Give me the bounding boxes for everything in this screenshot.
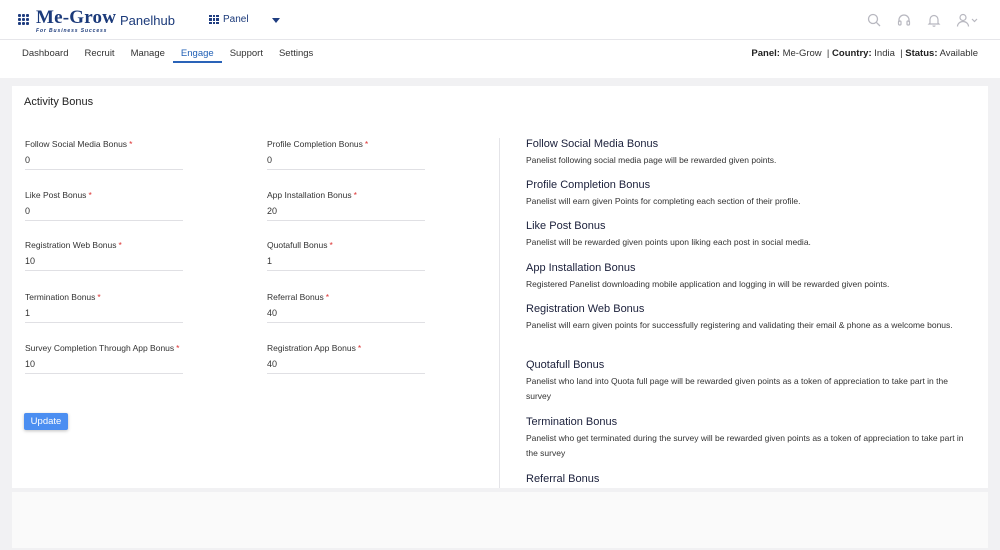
apps-grid-icon[interactable] (18, 14, 29, 25)
field-survey-completion-app: Survey Completion Through App Bonus * 10 (25, 343, 183, 374)
desc-text: Panelist will be rewarded given points u… (526, 237, 811, 247)
nav-bar: Dashboard Recruit Manage Engage Support … (0, 40, 1000, 78)
app-installation-input[interactable]: 20 (267, 206, 425, 221)
desc-title: Termination Bonus (526, 416, 618, 428)
footer-area (12, 492, 988, 548)
panel-grid-icon (209, 14, 219, 25)
chevron-down-icon[interactable] (272, 18, 280, 23)
field-quotafull: Quotafull Bonus * 1 (267, 240, 425, 271)
column-divider (499, 138, 500, 488)
desc-text: Panelist who get terminated during the s… (526, 433, 964, 458)
top-icons (866, 12, 978, 28)
field-like-post: Like Post Bonus * 0 (25, 190, 183, 221)
desc-text: Panelist following social media page wil… (526, 155, 777, 165)
headset-icon[interactable] (896, 12, 912, 28)
field-follow-social-media: Follow Social Media Bonus * 0 (25, 139, 183, 170)
referral-input[interactable]: 40 (267, 308, 425, 323)
desc-text: Panelist will earn given points for succ… (526, 320, 953, 330)
desc-follow-social-media: Follow Social Media Bonus Panelist follo… (526, 138, 966, 168)
field-label: Termination Bonus * (25, 292, 101, 302)
desc-title: Quotafull Bonus (526, 359, 605, 371)
desc-title: Profile Completion Bonus (526, 179, 651, 191)
desc-referral: Referral Bonus (526, 473, 966, 485)
page-title: Activity Bonus (24, 96, 94, 108)
tab-manage[interactable]: Manage (131, 48, 165, 63)
termination-input[interactable]: 1 (25, 308, 183, 323)
logo-tagline: For Business Success (36, 28, 108, 34)
panel-info: Panel: Me-Grow | Country: India | Status… (751, 48, 978, 59)
profile-completion-input[interactable]: 0 (267, 155, 425, 170)
field-registration-app: Registration App Bonus * 40 (267, 343, 425, 374)
registration-web-input[interactable]: 10 (25, 256, 183, 271)
user-menu-icon[interactable] (956, 12, 978, 28)
desc-title: Registration Web Bonus (526, 303, 645, 315)
country-label: Country (832, 48, 869, 59)
field-label: Like Post Bonus * (25, 190, 92, 200)
desc-text: Panelist who land into Quota full page w… (526, 376, 948, 401)
panel-switcher-label: Panel (223, 14, 249, 25)
activity-bonus-card: Activity Bonus Follow Social Media Bonus… (12, 86, 988, 488)
tab-dashboard[interactable]: Dashboard (22, 48, 68, 63)
field-label: Profile Completion Bonus * (267, 139, 369, 149)
status-value: Available (939, 48, 978, 59)
registration-app-input[interactable]: 40 (267, 359, 425, 374)
field-label: Survey Completion Through App Bonus * (25, 343, 180, 353)
logo-main: Me-Grow (36, 7, 117, 28)
main-nav: Dashboard Recruit Manage Engage Support … (22, 48, 329, 63)
desc-registration-web: Registration Web Bonus Panelist will ear… (526, 303, 966, 333)
country-value: India (874, 48, 895, 59)
tab-recruit[interactable]: Recruit (84, 48, 114, 63)
desc-profile-completion: Profile Completion Bonus Panelist will e… (526, 179, 966, 209)
field-label: App Installation Bonus * (267, 190, 357, 200)
field-app-installation: App Installation Bonus * 20 (267, 190, 425, 221)
tab-engage[interactable]: Engage (172, 48, 222, 63)
desc-title: App Installation Bonus (526, 262, 636, 274)
follow-social-media-input[interactable]: 0 (25, 155, 183, 170)
logo[interactable]: Me-Grow For Business Success (36, 8, 116, 34)
desc-quotafull: Quotafull Bonus Panelist who land into Q… (526, 359, 966, 404)
survey-completion-app-input[interactable]: 10 (25, 359, 183, 374)
tab-support[interactable]: Support (230, 48, 263, 63)
panel-value: Me-Grow (782, 48, 822, 59)
desc-title: Follow Social Media Bonus (526, 138, 659, 150)
field-registration-web: Registration Web Bonus * 10 (25, 240, 183, 271)
bell-icon[interactable] (926, 12, 942, 28)
desc-like-post: Like Post Bonus Panelist will be rewarde… (526, 220, 966, 250)
panel-switcher[interactable]: Panel (209, 14, 249, 25)
field-label: Follow Social Media Bonus * (25, 139, 133, 149)
status-label: Status (905, 48, 935, 59)
field-label: Referral Bonus * (267, 292, 330, 302)
field-label: Registration Web Bonus * (25, 240, 122, 250)
field-profile-completion: Profile Completion Bonus * 0 (267, 139, 425, 170)
desc-title: Like Post Bonus (526, 220, 606, 232)
tab-settings[interactable]: Settings (279, 48, 313, 63)
field-label: Registration App Bonus * (267, 343, 362, 353)
field-label: Quotafull Bonus * (267, 240, 333, 250)
field-referral: Referral Bonus * 40 (267, 292, 425, 323)
desc-termination: Termination Bonus Panelist who get termi… (526, 416, 966, 461)
desc-text: Registered Panelist downloading mobile a… (526, 279, 890, 289)
update-button[interactable]: Update (24, 413, 68, 430)
quotafull-input[interactable]: 1 (267, 256, 425, 271)
like-post-input[interactable]: 0 (25, 206, 183, 221)
app-name: Panelhub (120, 13, 175, 28)
desc-text: Panelist will earn given Points for comp… (526, 196, 801, 206)
panel-label: Panel (751, 48, 777, 59)
search-icon[interactable] (866, 12, 882, 28)
field-termination: Termination Bonus * 1 (25, 292, 183, 323)
desc-app-installation: App Installation Bonus Registered Paneli… (526, 262, 966, 292)
desc-title: Referral Bonus (526, 473, 600, 485)
top-bar: Me-Grow For Business Success Panelhub Pa… (0, 0, 1000, 40)
